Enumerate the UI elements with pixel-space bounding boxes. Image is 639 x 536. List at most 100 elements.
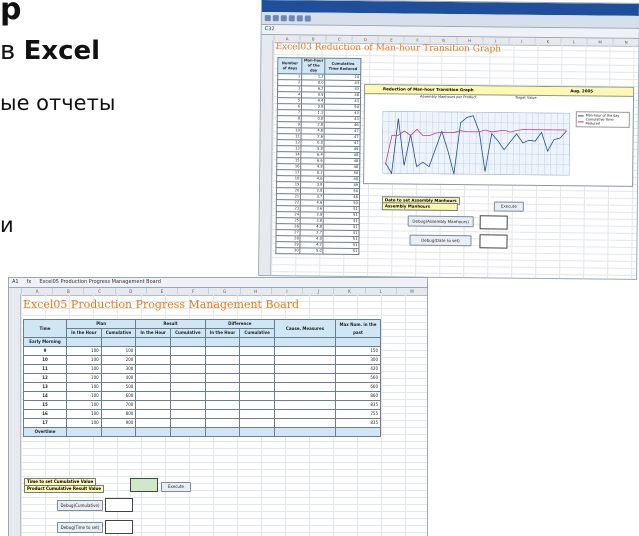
table-cell: 100 [66,400,102,410]
cumulative-input-box[interactable] [130,478,158,492]
table-cell: 5.0 [300,247,324,255]
table-cell: 100 [66,382,102,392]
table-row: 12 100 400 560 [23,373,381,383]
table-cell: 660 [335,382,381,392]
line1-prefix: в [0,36,16,66]
debug-date-button[interactable]: Debug(Date to set) [409,234,472,247]
table-cell [169,418,206,428]
table-cell: 9 [23,346,67,356]
slide-line-2: ые отчеты [0,91,116,115]
debug-cumulative-button[interactable]: Debug(Cumulative) [57,500,103,511]
table-cell: 12 [23,373,67,383]
formula-bar[interactable]: A1 fx Excel05 Production Progress Manage… [9,278,427,288]
row-headers [9,294,21,536]
progress-table: Time Plan Result Difference Cause, Measu… [23,319,381,437]
table-cell [169,409,206,419]
table-cell: 300 [335,355,381,365]
table-cell [204,373,241,383]
debug-assembly-button[interactable]: Debug(Assembly Manhours) [407,215,474,228]
th-cause: Cause, Measures [274,319,336,338]
table-row: 14 100 600 860 [23,391,381,401]
date-output-box[interactable] [479,234,508,249]
table-cell [169,382,206,392]
undo-icon[interactable] [296,15,303,22]
table-cell [135,373,171,383]
sheet-title: Excel05 Production Progress Management B… [23,298,300,311]
table-cell [204,400,241,410]
table-cell: 100 [66,355,102,365]
table-cell [135,382,171,392]
table-cell: 30 [275,247,301,254]
open-icon[interactable] [272,15,279,22]
table-cell [239,364,275,374]
table-cell [169,400,206,410]
table-cell: 100 [100,346,137,356]
chart-icon[interactable] [304,15,311,22]
th-result: Result [135,319,206,329]
table-cell [274,391,336,401]
legend-item-cumulative: Cumulative Time Reduced [585,117,614,126]
execute-button[interactable]: Execute [493,201,524,212]
th-plan-cum: Cumulative [100,328,137,338]
table-cell [169,346,206,356]
th-plan-hour: In the Hour [66,328,102,338]
table-cell [135,346,171,356]
assembly-output-box[interactable] [479,215,508,230]
name-box[interactable]: C32 [265,25,275,34]
name-box[interactable]: A1 [12,278,19,287]
cumulative-result-label: Product Cumulative Result Value [24,485,105,493]
table-cell [239,409,275,419]
table-cell: 100 [66,364,102,374]
save-icon[interactable] [280,15,287,22]
table-cell [239,346,275,356]
table-cell [204,346,241,356]
table-cell [169,391,206,401]
table-row: 30 5.0 51 [275,247,359,255]
table-cell: 100 [66,391,102,401]
table-cell [274,355,336,365]
th-plan: Plan [65,319,137,329]
table-cell [274,409,336,419]
slide-line-1: в Excel [0,38,100,64]
table-cell [169,364,206,374]
table-cell: 600 [100,391,137,401]
excel-screenshot-graph: C32 ABCDEFGHIJKLMN Excel03 Reduction of … [259,0,639,279]
th-result-cum: Cumulative [169,328,206,338]
table-row: 15 100 700 835 [23,400,381,410]
print-icon[interactable] [288,15,295,22]
table-cell: 400 [100,373,137,383]
table-cell: 200 [100,355,137,365]
time-output-box[interactable] [105,520,133,534]
table-cell: 17 [23,418,67,428]
table-cell [239,418,275,428]
slide-line-3: и [0,213,14,237]
table-cell: 755 [335,409,381,419]
table-cell: 100 [66,409,102,419]
table-cell [169,355,206,365]
table-cell [204,355,241,365]
table-cell [274,364,336,374]
debug-time-button[interactable]: Debug(Time to set) [57,522,103,533]
table-row: 10 100 200 300 [23,355,381,365]
table-cell [135,400,171,410]
table-cell: 560 [335,373,381,383]
fx-icon: fx [26,279,32,285]
overtime-label: Overtime [23,427,67,437]
th-cumulative: Cumulative Time Reduced [325,58,361,75]
table-cell: 14 [23,391,67,401]
table-cell: 100 [66,346,102,356]
transition-chart[interactable]: Reduction of Man-hour Transition Graph A… [363,84,635,187]
new-icon[interactable] [264,15,271,22]
table-row: Overtime [23,427,381,437]
table-cell [274,346,336,356]
table-cell: 900 [100,418,137,428]
table-cell [204,418,241,428]
manhour-table: Number of days Man-hour of the day Cumul… [275,57,362,256]
slide-title-fragment: p [0,0,22,27]
cumulative-output-box[interactable] [105,498,133,512]
formula-text[interactable]: Excel05 Production Progress Management B… [39,278,161,287]
th-diff-hour: In the Hour [204,328,241,338]
table-cell [239,355,275,365]
execute-button[interactable]: Execute [161,482,191,492]
table-cell [204,382,241,392]
